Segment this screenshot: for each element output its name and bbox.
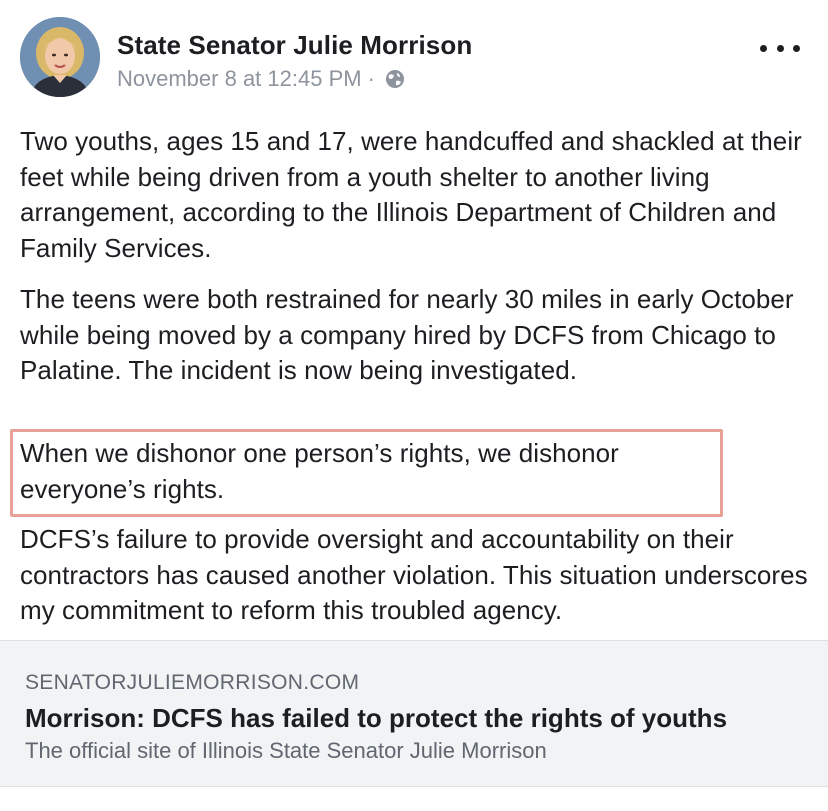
post-paragraph-4: DCFS’s failure to provide oversight and … — [20, 524, 808, 625]
globe-icon[interactable] — [385, 69, 405, 89]
post-header: State Senator Julie Morrison November 8 … — [0, 0, 828, 110]
post-timestamp[interactable]: November 8 at 12:45 PM — [117, 66, 362, 92]
dot — [793, 44, 800, 52]
dot — [776, 44, 784, 52]
meta-separator: · — [367, 66, 375, 91]
post-paragraph-1: Two youths, ages 15 and 17, were handcuf… — [20, 126, 802, 263]
link-title[interactable]: Morrison: DCFS has failed to protect the… — [25, 703, 727, 734]
more-options-icon[interactable] — [760, 38, 800, 58]
avatar[interactable] — [20, 17, 100, 97]
highlight-box — [10, 429, 723, 517]
bottom-divider — [0, 786, 828, 811]
author-name[interactable]: State Senator Julie Morrison — [117, 30, 472, 61]
link-description: The official site of Illinois State Sena… — [25, 738, 547, 763]
link-domain: SENATORJULIEMORRISON.COM — [25, 671, 360, 694]
post-meta: November 8 at 12:45 PM · — [117, 66, 405, 92]
post-paragraph-2: The teens were both restrained for nearl… — [20, 284, 794, 385]
profile-photo — [20, 17, 100, 97]
dot — [760, 44, 767, 52]
